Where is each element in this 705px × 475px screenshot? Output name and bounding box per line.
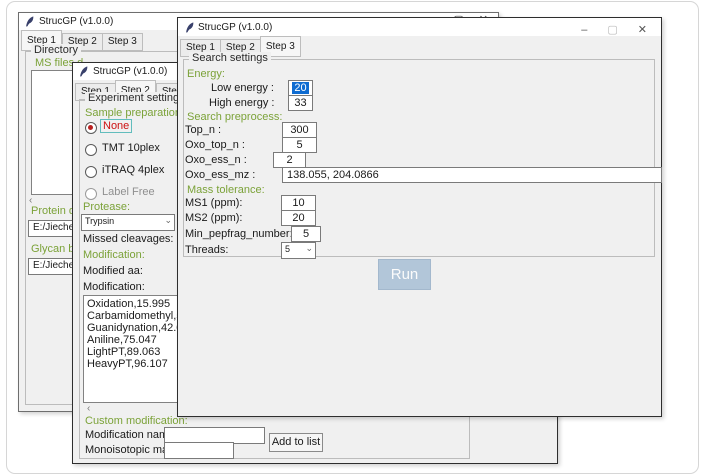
modified-aa-label: Modified aa: xyxy=(83,265,143,277)
radio-tmt-10plex[interactable] xyxy=(85,144,97,156)
protease-combobox[interactable]: Trypsin ⌄ xyxy=(81,214,175,231)
radio-label-free[interactable] xyxy=(85,188,97,200)
oxo-ess-n-label: Oxo_ess_n : xyxy=(185,154,247,166)
protein-database-label: Protein d xyxy=(31,205,75,217)
tab-step3[interactable]: Step 3 xyxy=(102,33,143,51)
protease-label: Protease: xyxy=(83,201,130,213)
top-n-input[interactable]: 300 xyxy=(282,122,317,138)
ms1-ppm-input[interactable]: 10 xyxy=(281,195,316,211)
modification-list-label: Modification: xyxy=(83,281,145,293)
close-icon[interactable]: ✕ xyxy=(638,24,647,36)
high-energy-label: High energy : xyxy=(209,97,274,109)
threads-value: 5 xyxy=(285,244,290,254)
protease-value: Trypsin xyxy=(85,216,114,226)
min-pepfrag-number-label: Min_pepfrag_number: xyxy=(185,228,293,240)
energy-section-label: Energy: xyxy=(187,68,225,80)
scroll-left-icon[interactable]: ‹ xyxy=(87,404,90,413)
oxo-top-n-label: Oxo_top_n : xyxy=(185,139,245,151)
dropdown-arrow-icon: ⌄ xyxy=(305,243,313,254)
radio-tmt-10plex-label[interactable]: TMT 10plex xyxy=(102,142,160,154)
low-energy-input[interactable]: 20 xyxy=(288,80,313,96)
app-feather-icon xyxy=(25,16,35,27)
dropdown-arrow-icon: ⌄ xyxy=(164,215,172,226)
minimize-icon[interactable]: – xyxy=(581,24,587,36)
oxo-ess-n-input[interactable]: 2 xyxy=(273,152,306,168)
app-feather-icon xyxy=(185,22,195,33)
missed-cleavages-label: Missed cleavages: xyxy=(83,233,174,245)
oxo-top-n-input[interactable]: 5 xyxy=(282,137,317,153)
titlebar-step3-window[interactable]: StrucGP (v1.0.0) – ▢ ✕ xyxy=(178,18,661,36)
radio-itraq-4plex-label[interactable]: iTRAQ 4plex xyxy=(102,164,164,176)
window-step3: StrucGP (v1.0.0) – ▢ ✕ Step 1 Step 2 Ste… xyxy=(177,17,662,417)
custom-modification-label: Custom modification: xyxy=(85,415,188,427)
run-button[interactable]: Run xyxy=(378,259,431,290)
modification-section-label: Modification: xyxy=(83,249,145,261)
window-title: StrucGP (v1.0.0) xyxy=(93,66,167,77)
add-to-list-button[interactable]: Add to list xyxy=(269,433,323,452)
ms1-ppm-label: MS1 (ppm): xyxy=(185,197,242,209)
search-preprocess-section-label: Search preprocess: xyxy=(187,111,282,123)
radio-none[interactable] xyxy=(85,122,97,134)
experiment-settings-group-label: Experiment settings xyxy=(85,92,188,104)
threads-combobox[interactable]: 5 ⌄ xyxy=(281,242,316,259)
top-n-label: Top_n : xyxy=(185,124,221,136)
app-feather-icon xyxy=(79,66,89,77)
radio-none-label[interactable]: None xyxy=(100,119,132,133)
radio-label-free-label[interactable]: Label Free xyxy=(102,186,155,198)
maximize-icon[interactable]: ▢ xyxy=(607,24,617,36)
threads-label: Threads: xyxy=(185,244,228,256)
low-energy-label: Low energy : xyxy=(211,82,274,94)
radio-itraq-4plex[interactable] xyxy=(85,166,97,178)
ms2-ppm-label: MS2 (ppm): xyxy=(185,212,242,224)
directory-group-label: Directory xyxy=(31,44,81,56)
window-title: StrucGP (v1.0.0) xyxy=(39,16,113,27)
ms2-ppm-input[interactable]: 20 xyxy=(281,210,316,226)
search-settings-group-label: Search settings xyxy=(189,52,271,64)
window-title: StrucGP (v1.0.0) xyxy=(198,22,272,33)
min-pepfrag-number-input[interactable]: 5 xyxy=(291,226,321,242)
mass-tolerance-section-label: Mass tolerance: xyxy=(187,184,265,196)
selected-text: 20 xyxy=(292,82,308,94)
oxo-ess-mz-input[interactable]: 138.055, 204.0866 xyxy=(282,167,662,183)
screenshot-canvas: StrucGP (v1.0.0) – ▢ ✕ Step 1 Step 2 Ste… xyxy=(0,0,705,475)
oxo-ess-mz-label: Oxo_ess_mz : xyxy=(185,169,255,181)
high-energy-input[interactable]: 33 xyxy=(288,95,313,111)
scroll-left-icon[interactable]: ‹ xyxy=(29,196,32,205)
monoisotopic-mass-input[interactable] xyxy=(164,442,234,459)
